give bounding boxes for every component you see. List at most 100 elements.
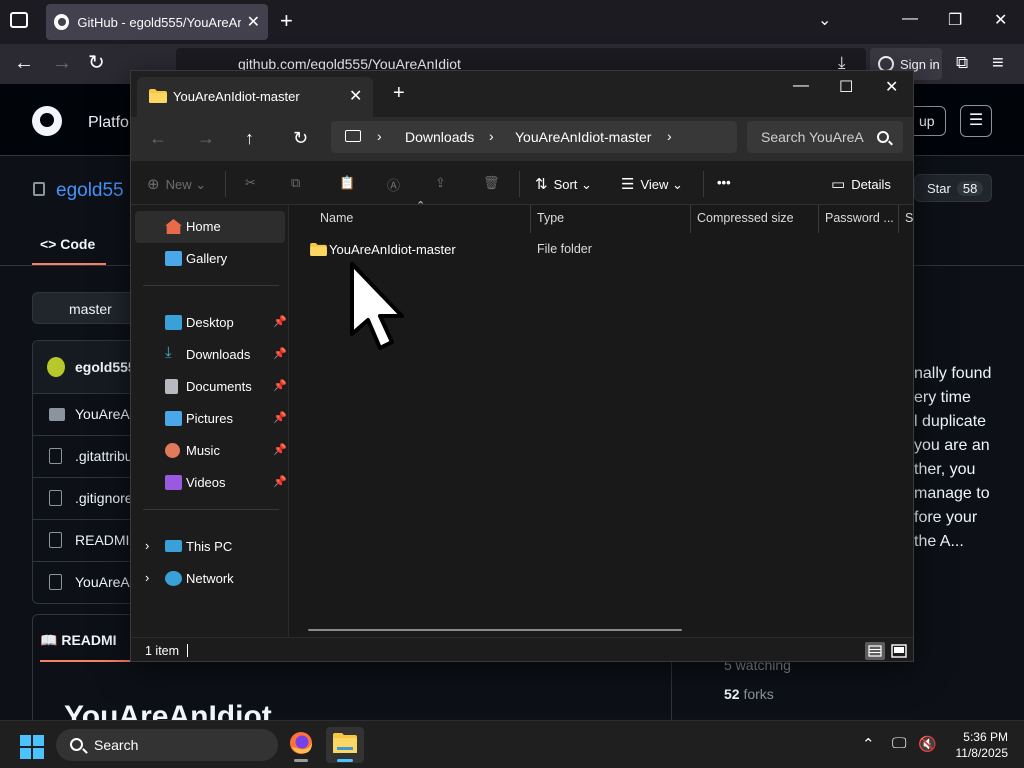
column-type[interactable]: Type (537, 211, 677, 225)
close-window-icon[interactable]: ✕ (994, 10, 1007, 30)
sidebar-item-this-pc[interactable]: › This PC (135, 531, 285, 563)
column-resizer[interactable] (818, 205, 819, 233)
more-options-button[interactable]: ••• (717, 175, 731, 190)
pin-icon[interactable]: 📌 (273, 475, 287, 488)
chevron-right-icon[interactable]: › (377, 128, 382, 144)
breadcrumb[interactable]: › Downloads › YouAreAnIdiot-master › (331, 121, 737, 153)
chevron-right-icon[interactable]: › (667, 128, 672, 144)
chevron-right-icon[interactable]: › (145, 570, 149, 585)
column-compressed-size[interactable]: Compressed size (697, 211, 815, 225)
back-arrow-icon[interactable]: ← (14, 52, 34, 74)
sidebar-item-music[interactable]: Music 📌 (135, 435, 287, 467)
reload-icon[interactable]: ↻ (88, 52, 105, 74)
firefox-icon (290, 732, 312, 754)
explorer-tab[interactable]: YouAreAnIdiot-master ✕ (137, 77, 373, 117)
paste-icon[interactable]: 📋 (339, 175, 355, 191)
close-tab-icon[interactable]: ✕ (247, 12, 260, 32)
list-item[interactable]: READMI (33, 519, 143, 559)
extensions-icon[interactable]: ⧉ (956, 52, 968, 74)
show-hidden-icons-chevron-up-icon[interactable]: ⌃ (862, 735, 875, 753)
pin-icon[interactable]: 📌 (273, 347, 287, 360)
hamburger-menu-icon[interactable]: ☰ (960, 105, 992, 137)
details-view-button[interactable] (865, 642, 885, 660)
menu-icon[interactable]: ≡ (992, 52, 1004, 74)
branch-selector[interactable]: master (32, 292, 142, 324)
pin-icon[interactable]: 📌 (273, 443, 287, 456)
windows-start-icon[interactable] (20, 735, 44, 759)
readme-tab[interactable]: 📖 READMI (40, 632, 117, 649)
column-resizer[interactable] (690, 205, 691, 233)
column-name[interactable]: Name (320, 211, 520, 225)
rename-icon[interactable]: Ⓐ (387, 175, 400, 194)
pin-icon[interactable]: 📌 (273, 379, 287, 392)
list-item[interactable]: .gitignore (33, 477, 143, 517)
refresh-icon[interactable]: ↻ (293, 128, 308, 148)
restore-icon[interactable]: ❐ (948, 10, 962, 30)
tiles-view-button[interactable] (889, 642, 909, 660)
list-item[interactable]: YouAreA (33, 561, 143, 601)
close-tab-icon[interactable]: ✕ (349, 86, 362, 106)
github-logo-icon[interactable] (32, 106, 62, 136)
share-icon[interactable]: ⇪ (435, 175, 446, 191)
forward-arrow-icon[interactable]: → (197, 128, 215, 148)
platform-menu[interactable]: Platfo (88, 114, 129, 132)
tab-code-label: Code (60, 236, 96, 252)
column-resizer[interactable] (898, 205, 899, 233)
sidebar-item-documents[interactable]: Documents 📌 (135, 371, 287, 403)
avatar[interactable] (47, 357, 65, 377)
repo-owner-link[interactable]: egold55 (56, 180, 124, 202)
firefox-taskbar-button[interactable] (282, 727, 320, 763)
view-button[interactable]: ☰ View ⌄ (621, 175, 683, 193)
sidebar-item-downloads[interactable]: ⤓ Downloads 📌 (135, 339, 287, 371)
sidebar-item-gallery[interactable]: Gallery (135, 243, 285, 275)
up-arrow-icon[interactable]: ↑ (245, 128, 254, 148)
sidebar-item-videos[interactable]: Videos 📌 (135, 467, 287, 499)
sort-button[interactable]: ⇅ Sort ⌄ (535, 175, 592, 193)
breadcrumb-current-folder[interactable]: YouAreAnIdiot-master (515, 129, 651, 145)
chevron-right-icon[interactable]: › (145, 538, 149, 553)
pin-icon[interactable]: 📌 (273, 411, 287, 424)
search-icon[interactable] (877, 131, 889, 143)
file-explorer-taskbar-button[interactable] (326, 727, 364, 763)
pin-icon[interactable]: 📌 (273, 315, 287, 328)
taskbar-search-box[interactable]: Search (56, 729, 278, 761)
list-all-tabs-icon[interactable] (10, 12, 28, 28)
volume-muted-icon[interactable]: 🔇 (918, 735, 937, 753)
file-explorer-window: YouAreAnIdiot-master ✕ + — ☐ ✕ ← → ↑ ↻ ›… (130, 70, 914, 662)
column-resizer[interactable] (530, 205, 531, 233)
sidebar-item-desktop[interactable]: Desktop 📌 (135, 307, 287, 339)
clock[interactable]: 5:36 PM 11/8/2025 (946, 729, 1009, 761)
commit-author[interactable]: egold555 (75, 359, 136, 375)
chevron-down-icon[interactable]: ⌄ (818, 10, 831, 30)
new-tab-icon[interactable]: + (280, 10, 293, 32)
breadcrumb-downloads[interactable]: Downloads (405, 129, 474, 145)
chevron-right-icon[interactable]: › (489, 128, 494, 144)
view-list-icon: ☰ (621, 176, 635, 193)
new-tab-icon[interactable]: + (393, 83, 405, 103)
minimize-icon[interactable]: — (902, 10, 918, 28)
new-button[interactable]: ⊕ New ⌄ (147, 175, 206, 193)
copy-icon[interactable]: ⧉ (291, 175, 300, 191)
details-button[interactable]: ▭ Details (831, 175, 891, 193)
table-row[interactable]: YouAreAnIdiot-master File folder (296, 237, 906, 263)
cut-icon[interactable]: ✂ (245, 175, 256, 191)
sidebar-item-pictures[interactable]: Pictures 📌 (135, 403, 287, 435)
browser-tab-github[interactable]: GitHub - egold555/YouAreAnIdiot ✕ (46, 4, 268, 40)
star-button[interactable]: Star 58 (914, 174, 992, 202)
back-arrow-icon[interactable]: ← (149, 128, 167, 148)
sidebar-item-home[interactable]: Home (135, 211, 285, 243)
forks-link[interactable]: 52 forks (724, 686, 774, 702)
list-item[interactable]: YouAreA (33, 393, 143, 433)
horizontal-scrollbar[interactable] (308, 629, 682, 631)
tab-code[interactable]: <> Code (40, 236, 95, 252)
close-window-icon[interactable]: ✕ (885, 77, 898, 97)
minimize-icon[interactable]: — (793, 77, 809, 95)
forward-arrow-icon[interactable]: → (52, 52, 72, 74)
column-password[interactable]: Password ... (825, 211, 897, 225)
maximize-icon[interactable]: ☐ (839, 77, 853, 97)
list-item[interactable]: .gitattribu (33, 435, 143, 475)
sidebar-item-network[interactable]: › Network (135, 563, 285, 595)
delete-icon[interactable]: 🗑 (483, 175, 500, 191)
column-size[interactable]: Si (905, 211, 913, 225)
network-status-icon[interactable]: 🖵 (892, 735, 906, 752)
